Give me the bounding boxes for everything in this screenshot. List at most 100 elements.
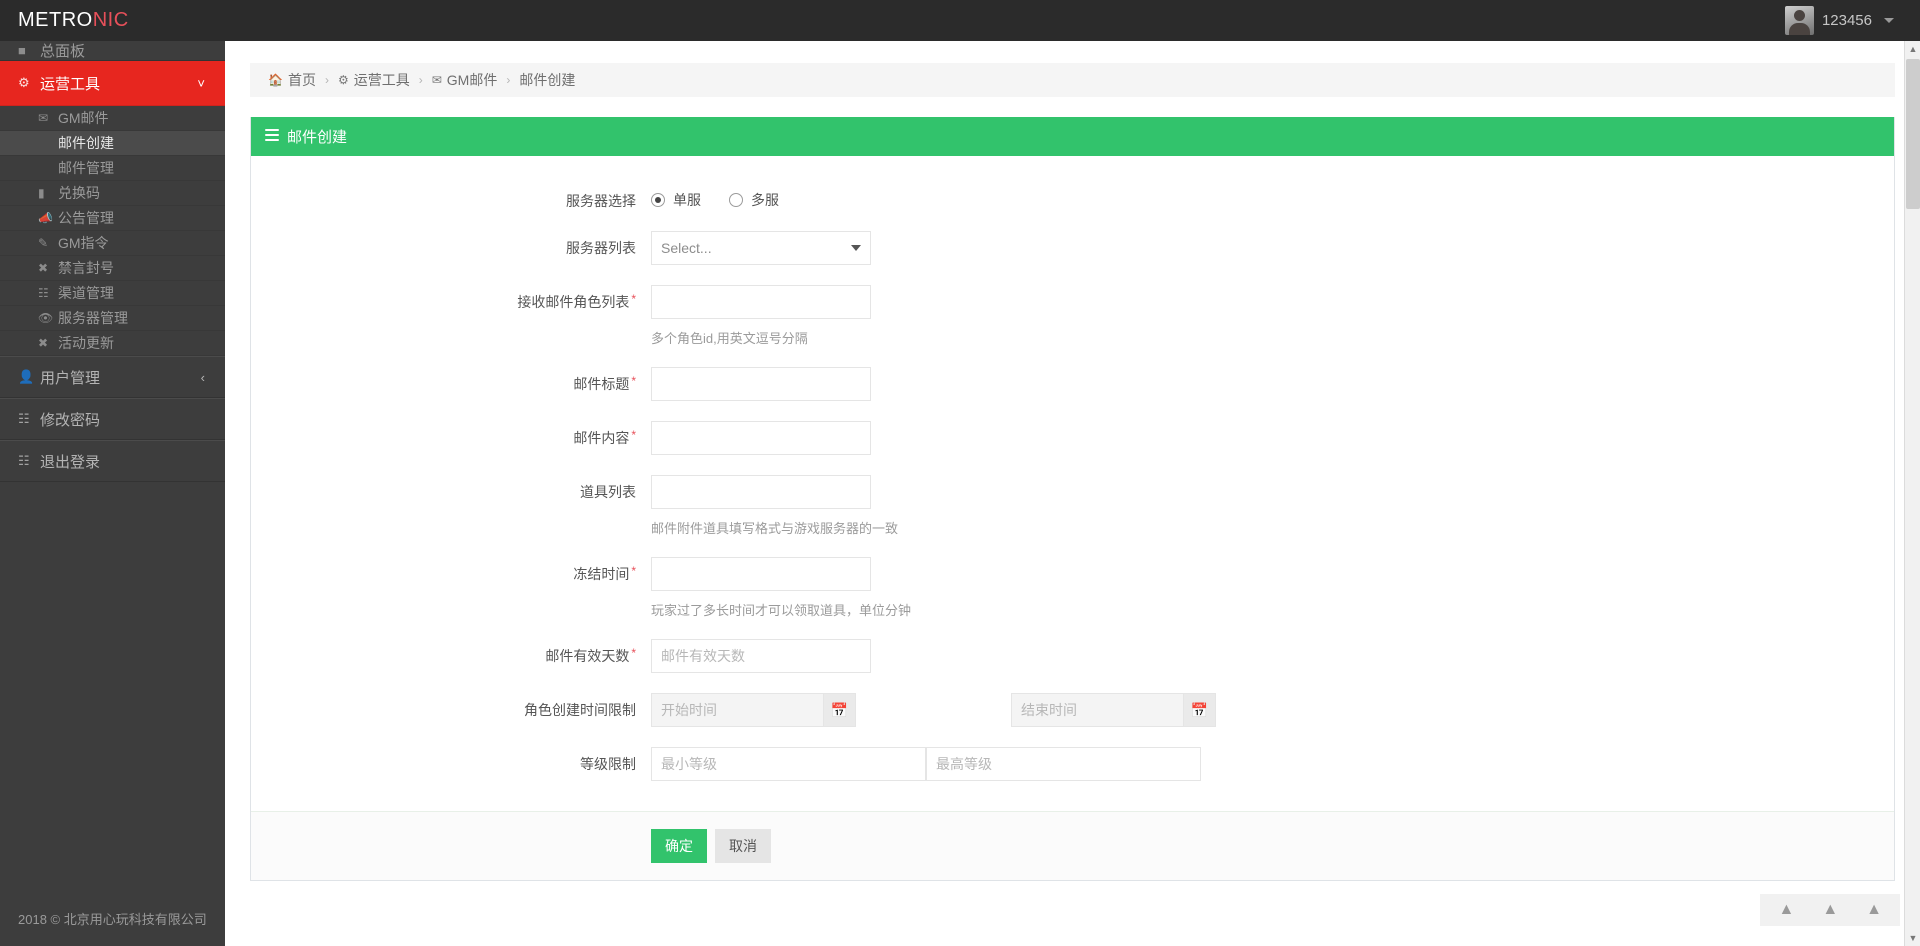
chevron-down-icon[interactable]	[1884, 18, 1894, 23]
list-icon	[265, 129, 279, 144]
breadcrumb-item-current: 邮件创建	[519, 72, 576, 88]
sidebar-item-gm-mail[interactable]: ✉ GM邮件	[0, 106, 225, 131]
server-list-select[interactable]: Select...	[651, 231, 871, 265]
required-marker: *	[631, 292, 636, 306]
label-role-list-text: 接收邮件角色列表	[517, 294, 630, 310]
sidebar-item-channel-manage[interactable]: ☷ 渠道管理	[0, 281, 225, 306]
sidebar-item-redeem-code-label: 兑换码	[58, 185, 100, 201]
username-label: 123456	[1821, 12, 1872, 29]
sidebar-item-mail-create[interactable]: 邮件创建	[0, 131, 225, 156]
sidebar: ■ 总面板 ⚙ 运营工具 ˅ ✉ GM邮件 邮件创建 邮件管理 ▮ 兑换码 📣 …	[0, 41, 225, 946]
page-scrollbar[interactable]: ▲ ▼	[1904, 41, 1920, 946]
breadcrumb-item-home[interactable]: 首页	[288, 70, 316, 90]
sidebar-item-channel-manage-label: 渠道管理	[58, 285, 114, 301]
calendar-icon: 📅	[1190, 702, 1209, 718]
scroll-to-top-group: ▲ ▲ ▲	[1760, 894, 1900, 926]
sidebar-item-dashboard[interactable]: ■ 总面板	[0, 41, 225, 61]
label-mail-title: 邮件标题 *	[251, 367, 651, 394]
label-server-list: 服务器列表	[566, 240, 636, 256]
sidebar-item-logout-label: 退出登录	[40, 453, 101, 471]
sidebar-item-change-password-label: 修改密码	[40, 411, 101, 429]
portlet-header: 邮件创建	[251, 117, 1894, 156]
dashboard-icon: ■	[18, 43, 26, 58]
sidebar-item-ban-speech-label: 禁言封号	[58, 260, 114, 276]
envelope-icon: ✉	[431, 73, 442, 87]
label-valid-days: 邮件有效天数 *	[251, 639, 651, 666]
label-level-limit: 等级限制	[580, 756, 636, 772]
radio-single-server[interactable]: 单服	[651, 190, 701, 210]
role-list-input[interactable]	[651, 285, 871, 319]
sidebar-submenu: ✉ GM邮件 邮件创建 邮件管理 ▮ 兑换码 📣 公告管理 ✎ GM指令 ✖ 禁…	[0, 106, 225, 356]
radio-multi-server-dot[interactable]	[729, 193, 743, 207]
help-role-list: 多个角色id,用英文逗号分隔	[651, 331, 808, 346]
item-list-input[interactable]	[651, 475, 871, 509]
label-mail-content-text: 邮件内容	[573, 430, 630, 446]
label-server-select: 服务器选择	[566, 193, 636, 209]
submit-button[interactable]: 确定	[651, 829, 707, 863]
brand-logo[interactable]: METRONIC	[0, 9, 225, 32]
sidebar-item-logout[interactable]: ☷ 退出登录	[0, 440, 225, 482]
sidebar-item-dashboard-label: 总面板	[40, 43, 86, 60]
user-menu[interactable]: 123456	[1784, 0, 1920, 41]
breadcrumb-separator: ›	[418, 73, 423, 87]
help-item-list: 邮件附件道具填写格式与游戏服务器的一致	[651, 521, 899, 536]
sidebar-item-user-manage[interactable]: 👤 用户管理 ‹	[0, 356, 225, 398]
sidebar-item-operation-tools[interactable]: ⚙ 运营工具 ˅	[0, 61, 225, 106]
max-level-input[interactable]	[926, 747, 1201, 781]
avatar	[1784, 6, 1814, 35]
end-time-input[interactable]	[1011, 693, 1183, 727]
page-title: 邮件创建	[287, 129, 348, 146]
sidebar-item-ban-speech[interactable]: ✖ 禁言封号	[0, 256, 225, 281]
server-list-selected-value: Select...	[661, 240, 712, 256]
footer-copyright: 2018 © 北京用心玩科技有限公司	[0, 890, 225, 946]
chevron-down-icon[interactable]: ˅	[197, 76, 205, 91]
mail-content-input[interactable]	[651, 421, 871, 455]
form-row-mail-title: 邮件标题 *	[251, 367, 1894, 401]
sidebar-item-server-manage-label: 服务器管理	[58, 310, 128, 326]
scroll-top-icon[interactable]: ▲	[1822, 902, 1838, 918]
sidebar-item-announcement[interactable]: 📣 公告管理	[0, 206, 225, 231]
chevron-left-icon[interactable]: ‹	[201, 370, 205, 385]
radio-multi-server[interactable]: 多服	[729, 190, 779, 210]
sidebar-item-activity-update[interactable]: ✖ 活动更新	[0, 331, 225, 356]
sidebar-item-gm-command-label: GM指令	[58, 235, 109, 251]
breadcrumb-item-operation-tools[interactable]: 运营工具	[354, 70, 410, 90]
sidebar-item-gm-command[interactable]: ✎ GM指令	[0, 231, 225, 256]
gears-icon: ⚙	[18, 75, 30, 90]
required-marker: *	[631, 374, 636, 388]
cancel-button[interactable]: 取消	[715, 829, 771, 863]
mail-title-input[interactable]	[651, 367, 871, 401]
brand-suffix: NIC	[92, 9, 129, 31]
freeze-time-input[interactable]	[651, 557, 871, 591]
scrollbar-thumb[interactable]	[1906, 59, 1920, 209]
scroll-top-icon[interactable]: ▲	[1778, 902, 1794, 918]
chevron-down-icon	[851, 245, 861, 251]
start-time-input[interactable]	[651, 693, 823, 727]
label-create-time-limit: 角色创建时间限制	[524, 702, 636, 718]
breadcrumb-separator: ›	[506, 73, 511, 87]
sidebar-item-change-password[interactable]: ☷ 修改密码	[0, 398, 225, 440]
breadcrumb-separator: ›	[324, 73, 329, 87]
form-row-item-list: 道具列表 邮件附件道具填写格式与游戏服务器的一致	[251, 475, 1894, 537]
sidebar-item-redeem-code[interactable]: ▮ 兑换码	[0, 181, 225, 206]
min-level-input[interactable]	[651, 747, 926, 781]
sidebar-item-server-manage[interactable]: 👁 服务器管理	[0, 306, 225, 331]
form-row-server-list: 服务器列表 Select...	[251, 231, 1894, 265]
breadcrumb-item-gm-mail[interactable]: GM邮件	[447, 70, 498, 90]
eye-icon: 👁	[38, 311, 54, 325]
end-calendar-button[interactable]: 📅	[1183, 693, 1216, 727]
main-content: 🏠 首页 › ⚙ 运营工具 › ✉ GM邮件 › 邮件创建 邮件创建 服务器选择…	[225, 41, 1920, 946]
radio-single-server-dot[interactable]	[651, 193, 665, 207]
scroll-up-icon[interactable]: ▲	[1907, 43, 1919, 55]
sitemap-icon: ☷	[18, 411, 30, 426]
bullhorn-icon: 📣	[38, 211, 53, 225]
valid-days-input[interactable]	[651, 639, 871, 673]
sidebar-item-mail-manage[interactable]: 邮件管理	[0, 156, 225, 181]
scroll-top-icon[interactable]: ▲	[1866, 902, 1882, 918]
home-icon: 🏠	[268, 73, 283, 87]
start-calendar-button[interactable]: 📅	[823, 693, 856, 727]
ban-icon: ✖	[38, 261, 49, 275]
label-role-list: 接收邮件角色列表 *	[251, 285, 651, 312]
scroll-down-icon[interactable]: ▼	[1907, 932, 1919, 944]
breadcrumb: 🏠 首页 › ⚙ 运营工具 › ✉ GM邮件 › 邮件创建	[250, 63, 1895, 97]
